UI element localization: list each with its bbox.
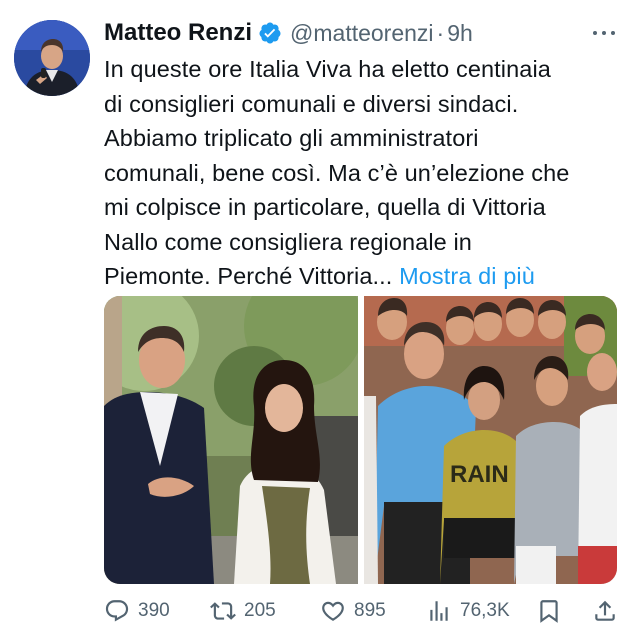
retweet-icon <box>210 602 236 620</box>
bookmark-button[interactable] <box>536 598 562 624</box>
tweet-card[interactable]: Matteo Renzi @matteorenzi · 9h In queste… <box>0 0 631 640</box>
tweet-text: In queste ore Italia Viva ha eletto cent… <box>104 52 624 294</box>
shirt-text: RAIN <box>450 461 509 488</box>
views-count: 76,3K <box>460 600 510 621</box>
media-grid: RAIN <box>104 296 617 584</box>
separator-dot: · <box>436 19 445 46</box>
tweet-header: Matteo Renzi @matteorenzi · 9h <box>104 18 621 48</box>
tweet-line: Piemonte. Perché Vittoria... <box>104 263 393 289</box>
avatar[interactable] <box>14 20 90 96</box>
reply-icon <box>105 600 129 622</box>
share-icon <box>595 600 615 621</box>
tweet-line: di consiglieri comunali e diversi sindac… <box>104 90 519 117</box>
reply-count: 390 <box>138 600 170 621</box>
retweet-count: 205 <box>244 600 276 621</box>
tweet-line: In queste ore Italia Viva ha eletto cent… <box>104 56 551 82</box>
reply-button[interactable]: 390 <box>104 598 170 624</box>
tweet-line: Abbiamo triplicato gli amministratori <box>104 125 479 151</box>
like-count: 895 <box>354 600 386 621</box>
show-more-link[interactable]: Mostra di più <box>399 263 535 289</box>
tweet-line: mi colpisce in particolare, quella di Vi… <box>104 194 546 220</box>
tweet-line: Nallo come consigliera regionale in <box>104 228 472 255</box>
photo-renzi-and-woman <box>104 296 358 584</box>
tweet-line: comunali, bene così. Ma c’è un’elezione … <box>104 159 570 186</box>
author-handle[interactable]: @matteorenzi <box>290 20 434 47</box>
tweet-line-last: Piemonte. Perché Vittoria... Mostra di p… <box>104 259 624 294</box>
timestamp[interactable]: 9h <box>447 20 473 47</box>
verified-badge-icon <box>258 21 282 45</box>
author-name[interactable]: Matteo Renzi <box>104 19 252 47</box>
photo-right[interactable]: RAIN <box>364 296 617 584</box>
views-icon <box>430 601 448 621</box>
retweet-button[interactable]: 205 <box>210 598 276 624</box>
photo-left[interactable] <box>104 296 358 584</box>
heart-icon <box>322 601 344 621</box>
more-icon[interactable] <box>593 22 615 44</box>
share-button[interactable] <box>592 598 618 624</box>
photo-renzi-with-youth: RAIN <box>364 296 617 584</box>
like-button[interactable]: 895 <box>320 598 386 624</box>
bookmark-icon <box>540 600 558 623</box>
avatar-image <box>14 20 90 96</box>
action-bar: 390 205 895 76,3K <box>104 596 619 626</box>
views-button[interactable]: 76,3K <box>426 598 510 624</box>
